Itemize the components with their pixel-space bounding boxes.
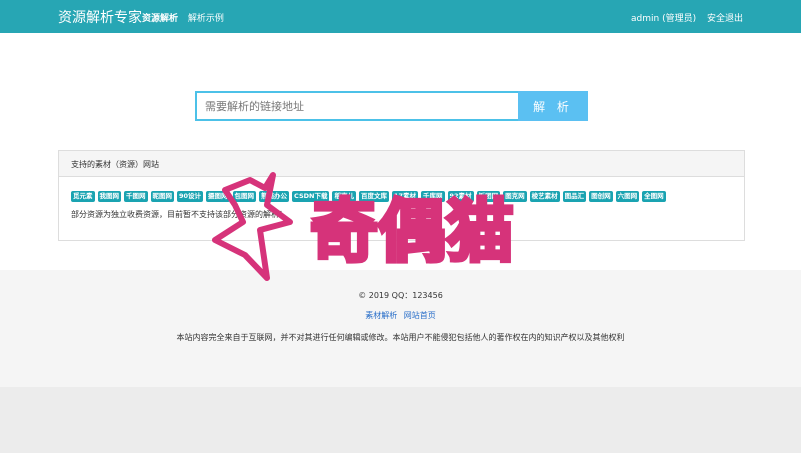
site-tag[interactable]: 百度文库 xyxy=(358,191,389,202)
site-tag[interactable]: 梭艺素材 xyxy=(529,191,560,202)
footer-links: 素材解析 网站首页 xyxy=(0,310,801,321)
page-bottom-area xyxy=(0,387,801,453)
site-tag[interactable]: CSDN下载 xyxy=(292,191,330,202)
panel-title: 支持的素材（资源）网站 xyxy=(59,151,744,177)
user-menu[interactable]: admin (管理员) xyxy=(631,14,696,24)
site-tag[interactable]: 90设计 xyxy=(177,191,204,202)
site-tag[interactable]: 图品汇 xyxy=(562,191,587,202)
site-tag[interactable]: 我图网 xyxy=(97,191,121,202)
site-tag[interactable]: 包图网 xyxy=(232,191,257,202)
site-tag[interactable]: 千图网 xyxy=(124,191,148,202)
parse-button[interactable]: 解 析 xyxy=(518,91,588,121)
search-bar: 解 析 xyxy=(195,91,588,121)
supported-sites-panel: 支持的素材（资源）网站 觅元素 我图网 千图网 昵图网 90设计 摄图网 包图网 熊猫办公 CS… xyxy=(58,150,745,241)
site-tag[interactable]: 千库网 xyxy=(421,191,445,202)
site-tag-list: 觅元素 我图网 千图网 昵图网 90设计 摄图网 包图网 熊猫办公 CSDN下载 稻壳儿 百度文库 1… xyxy=(71,191,741,202)
site-tag[interactable]: 六图网 xyxy=(615,191,640,202)
site-tag[interactable]: 图创网 xyxy=(589,191,613,202)
disclaimer-text: 本站内容完全来自于互联网，并不对其进行任何编辑或修改。本站用户不能侵犯包括他人的… xyxy=(176,333,625,342)
site-brand[interactable]: 资源解析专家 xyxy=(58,7,142,27)
user-nav: admin (管理员) 安全退出 xyxy=(623,11,743,24)
url-input[interactable] xyxy=(195,91,518,121)
site-tag[interactable]: 摄图网 xyxy=(206,191,230,202)
main-content: 解 析 支持的素材（资源）网站 觅元素我图网千图网昵图网90设计摄图网包图网熊猫… xyxy=(0,33,801,270)
site-tag[interactable]: 饭团网 xyxy=(476,191,501,202)
site-tag[interactable]: 17素材 xyxy=(391,191,419,202)
site-tag[interactable]: 熊猫办公 xyxy=(259,191,290,202)
site-tag[interactable]: 92素材 xyxy=(447,191,474,202)
site-tag[interactable]: 稻壳儿 xyxy=(332,191,356,202)
copyright-text: © 2019 QQ：123456 xyxy=(358,291,443,300)
top-navbar: 资源解析专家 资源解析 解析示例 admin (管理员) 安全退出 xyxy=(0,0,801,33)
main-nav: 资源解析 解析示例 xyxy=(142,11,231,24)
logout-link[interactable]: 安全退出 xyxy=(707,14,743,24)
notice-text: 部分资源为独立收费资源，目前暂不支持该部分资源的解析！ xyxy=(71,210,287,219)
footer: © 2019 QQ：123456 素材解析 网站首页 本站内容完全来自于互联网，… xyxy=(0,270,801,387)
footer-link-parse[interactable]: 素材解析 xyxy=(365,311,397,320)
site-tag[interactable]: 全图网 xyxy=(642,191,666,202)
site-tag[interactable]: 觅元素 xyxy=(71,191,95,202)
footer-link-home[interactable]: 网站首页 xyxy=(404,311,436,320)
site-tag[interactable]: 图克网 xyxy=(503,191,527,202)
site-tag[interactable]: 昵图网 xyxy=(150,191,174,202)
nav-link-parse[interactable]: 资源解析 xyxy=(142,14,178,24)
nav-link-examples[interactable]: 解析示例 xyxy=(188,14,224,24)
